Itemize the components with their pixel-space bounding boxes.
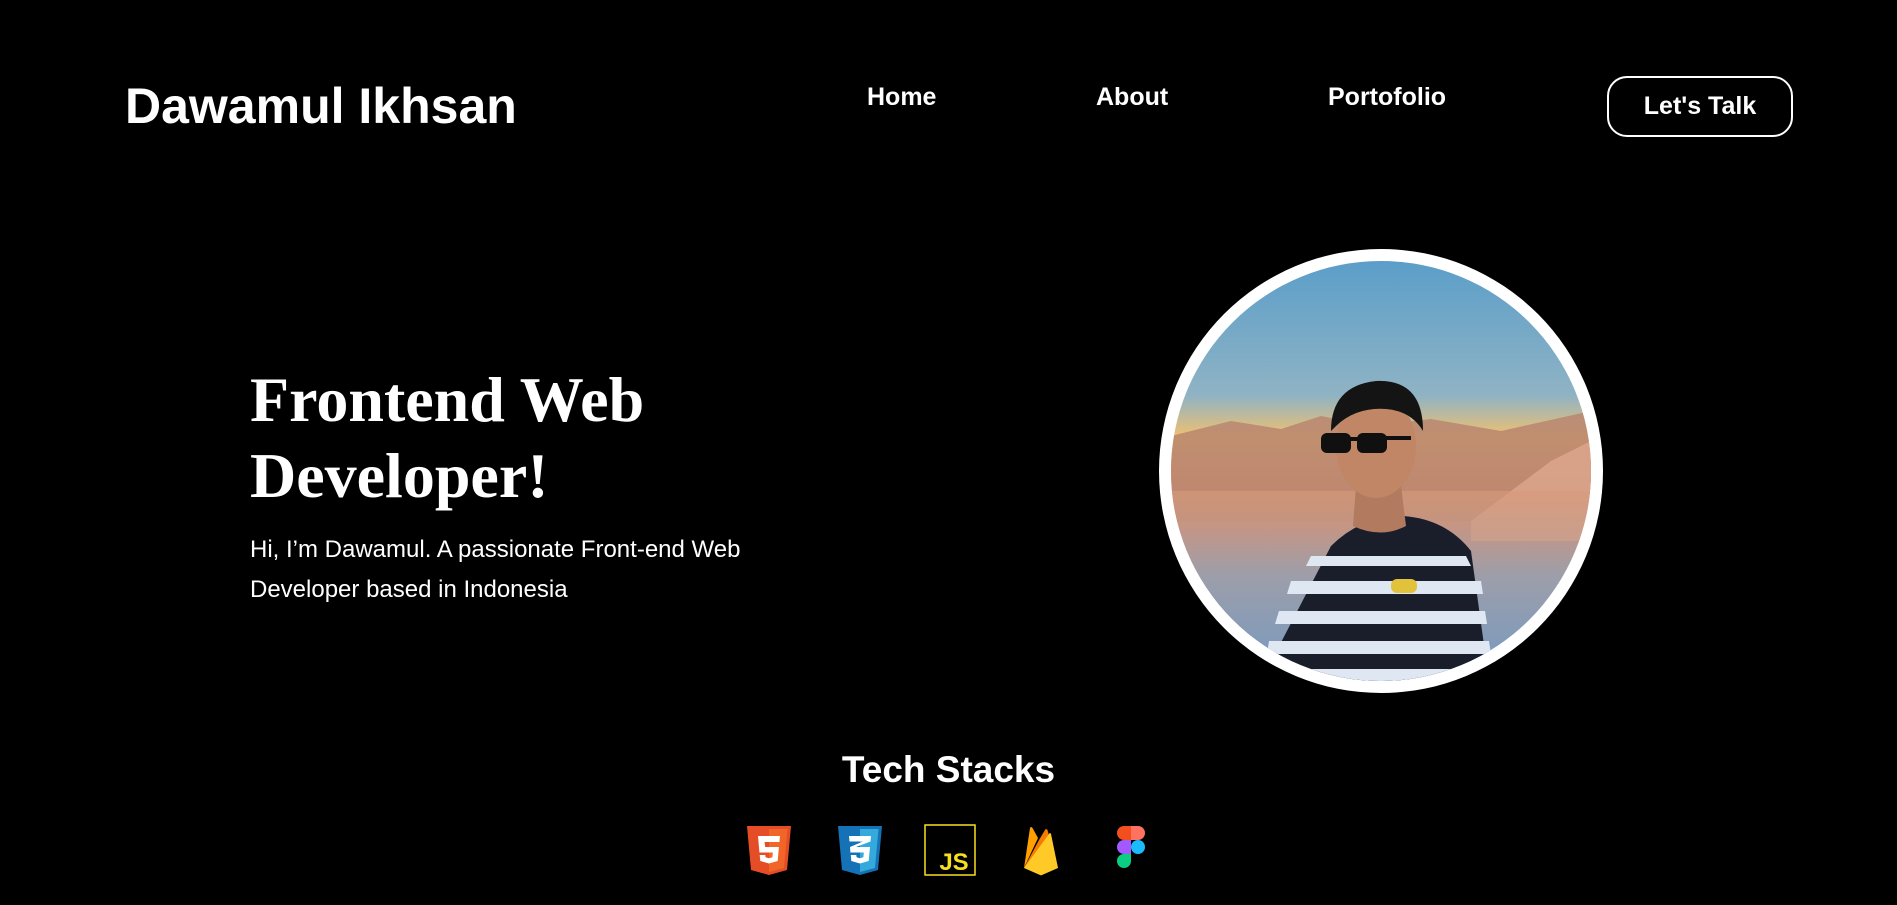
nav-home-link[interactable]: Home: [867, 82, 936, 112]
profile-photo-frame: [1159, 249, 1603, 693]
svg-text:JS: JS: [939, 849, 968, 876]
javascript-icon: JS: [924, 824, 976, 876]
lets-talk-button[interactable]: Let's Talk: [1607, 76, 1793, 137]
hero-description: Hi, I’m Dawamul. A passionate Front-end …: [250, 530, 810, 610]
firebase-icon: [1015, 824, 1067, 876]
hero-title-line1: Frontend Web: [250, 364, 645, 435]
hero-description-line2: Developer based in Indonesia: [250, 576, 568, 603]
nav-portfolio-link[interactable]: Portofolio: [1328, 82, 1446, 112]
lets-talk-label: Let's Talk: [1643, 92, 1757, 120]
tech-stacks-title: Tech Stacks: [841, 749, 1056, 790]
figma-icon: [1105, 824, 1157, 876]
nav-about-link[interactable]: About: [1096, 82, 1168, 112]
hero-title: Frontend Web Developer!: [250, 362, 770, 514]
hero-description-line1: Hi, I’m Dawamul. A passionate Front-end …: [250, 536, 741, 563]
css3-icon: [834, 824, 886, 876]
html5-icon: [743, 824, 795, 876]
page: Dawamul Ikhsan Home About Portofolio Let…: [0, 0, 1897, 905]
brand-name[interactable]: Dawamul Ikhsan: [125, 78, 517, 134]
profile-photo: [1171, 261, 1591, 681]
hero-title-line2: Developer!: [250, 440, 549, 511]
